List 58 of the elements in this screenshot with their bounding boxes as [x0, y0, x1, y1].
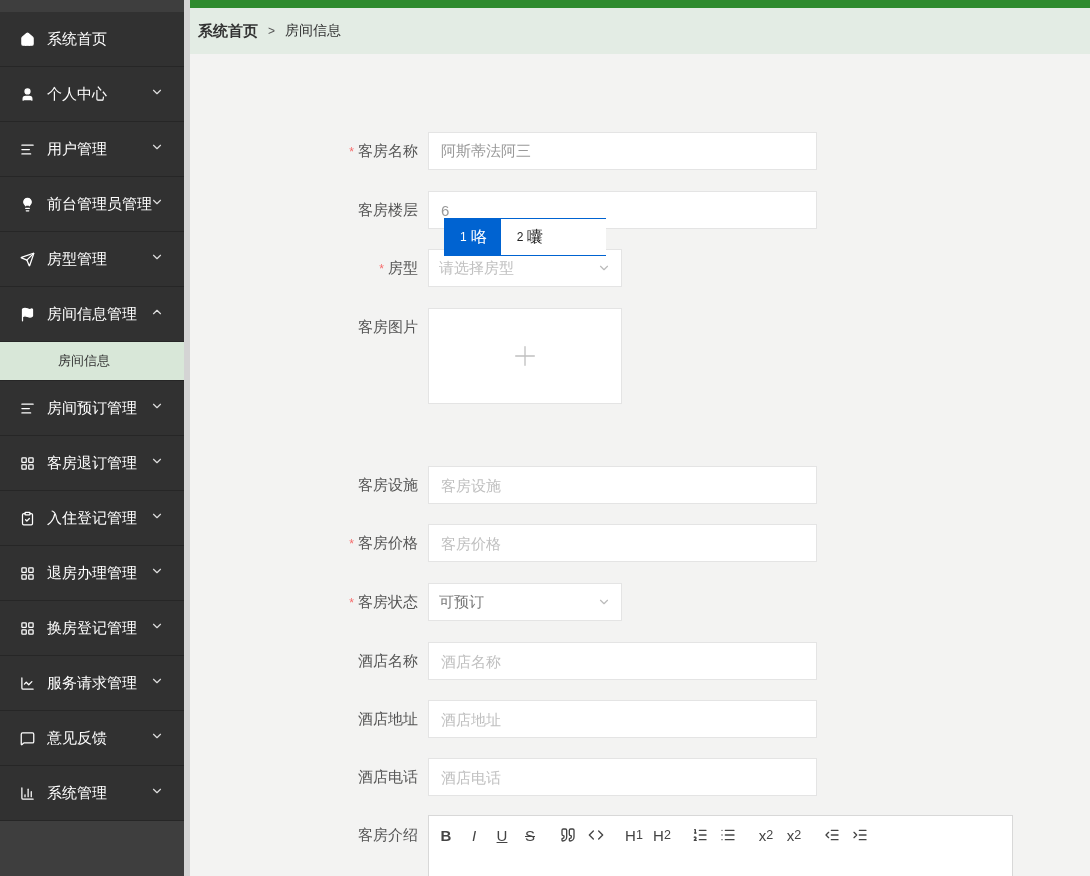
text-field[interactable]: 酒店地址 — [428, 700, 817, 738]
required-mark: * — [379, 262, 384, 276]
grid-icon — [20, 455, 35, 471]
sidebar-subitem[interactable]: 房间信息 — [0, 342, 184, 381]
bar-chart-icon — [20, 785, 35, 801]
breadcrumb-separator: > — [268, 24, 275, 39]
sidebar-item[interactable]: 房型管理 — [0, 232, 184, 287]
clipboard-icon — [20, 510, 35, 526]
field-label: 客房楼层 — [358, 201, 418, 218]
text-field[interactable]: 客房价格 — [428, 524, 817, 562]
sidebar-item[interactable]: 房间预订管理 — [0, 381, 184, 436]
field-label: * 客房价格 — [349, 534, 418, 551]
grid-icon — [20, 620, 35, 636]
field-label: 客房介绍 — [358, 826, 418, 843]
italic-button[interactable]: I — [465, 824, 483, 846]
grid-icon — [20, 565, 35, 581]
sidebar-item[interactable]: 个人中心 — [0, 67, 184, 122]
home-icon — [20, 31, 35, 47]
list-icon — [20, 400, 35, 416]
field-label: 酒店名称 — [358, 652, 418, 669]
sidebar-item[interactable]: 服务请求管理 — [0, 656, 184, 711]
underline-button[interactable]: U — [493, 824, 511, 846]
sidebar-item[interactable]: 换房登记管理 — [0, 601, 184, 656]
sidebar-item[interactable]: 入住登记管理 — [0, 491, 184, 546]
user-icon — [20, 86, 35, 102]
ime-candidate[interactable]: 1 咯 — [444, 219, 501, 255]
required-mark: * — [349, 596, 354, 610]
sidebar-item[interactable]: 前台管理员管理 — [0, 177, 184, 232]
select-field[interactable]: 可预订 — [428, 583, 622, 621]
field-label: * 客房状态 — [349, 593, 418, 610]
text-field[interactable]: 酒店电话 — [428, 758, 817, 796]
chart-icon — [20, 675, 35, 691]
sidebar-item[interactable]: 用户管理 — [0, 122, 184, 177]
breadcrumb-link[interactable]: 系统首页 — [198, 21, 258, 41]
field-label: 酒店电话 — [358, 768, 418, 785]
field-label: * 房型 — [379, 259, 418, 276]
sidebar-item[interactable]: 房间信息管理 — [0, 287, 184, 342]
required-mark: * — [349, 537, 354, 551]
text-field[interactable]: 客房设施 — [428, 466, 817, 504]
bold-button[interactable]: B — [437, 824, 455, 846]
comment-icon — [20, 730, 35, 746]
paper-plane-icon — [20, 251, 35, 267]
field-label: 客房图片 — [358, 318, 418, 335]
flag-icon — [20, 306, 35, 322]
breadcrumb-link[interactable]: 房间信息 — [285, 22, 341, 41]
sidebar-item[interactable]: 退房办理管理 — [0, 546, 184, 601]
sidebar-item[interactable]: 系统首页 — [0, 12, 184, 67]
text-field[interactable]: 酒店名称 — [428, 642, 817, 680]
field-label: * 客房名称 — [349, 142, 418, 159]
list-icon — [20, 141, 35, 157]
sidebar-item[interactable]: 系统管理 — [0, 766, 184, 821]
sidebar-item[interactable]: 客房退订管理 — [0, 436, 184, 491]
field-label: 客房设施 — [358, 476, 418, 493]
strike-button[interactable]: S — [521, 824, 539, 846]
sidebar-item[interactable]: 意见反馈 — [0, 711, 184, 766]
field-label: 酒店地址 — [358, 710, 418, 727]
required-mark: * — [349, 145, 354, 159]
lightbulb-icon — [20, 196, 35, 212]
